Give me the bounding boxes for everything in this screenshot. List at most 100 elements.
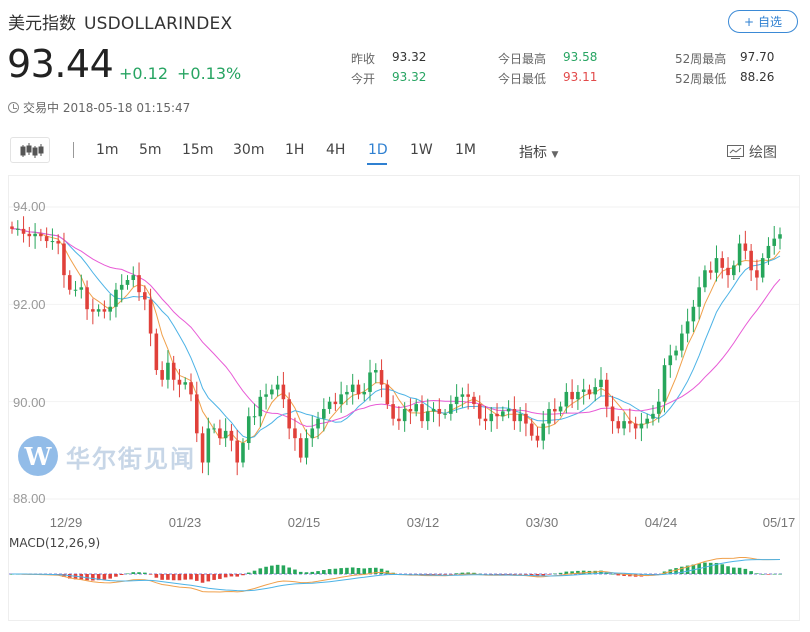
macd-bar bbox=[293, 569, 297, 574]
candle-body bbox=[449, 404, 453, 414]
macd-label: MACD(12,26,9) bbox=[9, 536, 101, 550]
macd-bar bbox=[298, 571, 303, 574]
macd-bar bbox=[454, 573, 459, 574]
x-tick-label: 01/23 bbox=[169, 515, 202, 530]
candle-body bbox=[668, 355, 673, 366]
candle-body bbox=[235, 440, 239, 463]
macd-bar bbox=[304, 572, 309, 574]
candle-body bbox=[137, 275, 141, 293]
candle-body bbox=[345, 391, 349, 395]
candle-body bbox=[743, 243, 748, 251]
candle-body bbox=[108, 306, 112, 312]
candle-body bbox=[379, 370, 384, 385]
macd-bar bbox=[732, 567, 736, 574]
candle-body bbox=[258, 396, 263, 417]
candlestick-chart: 94.00 92.00 90.00 88.00 12/29 01/23 02/1… bbox=[9, 199, 799, 593]
candle-body bbox=[50, 241, 55, 243]
candle-body bbox=[466, 394, 470, 397]
watermark-text: 华尔街见闻 bbox=[66, 444, 196, 473]
macd-bar bbox=[287, 567, 291, 574]
candle-body bbox=[212, 428, 216, 430]
x-tick-label: 05/17 bbox=[763, 515, 796, 530]
candle-body bbox=[373, 370, 378, 373]
macd-bar bbox=[564, 571, 569, 574]
candle-body bbox=[443, 413, 447, 415]
macd-bar bbox=[108, 574, 112, 579]
macd-bar bbox=[91, 574, 95, 581]
y-tick-label: 88.00 bbox=[13, 491, 46, 506]
candle-body bbox=[27, 233, 32, 237]
macd-bar bbox=[310, 571, 315, 574]
macd-bar bbox=[558, 572, 563, 574]
macd-bar bbox=[755, 573, 759, 574]
macd-bar bbox=[322, 570, 326, 574]
candle-body bbox=[651, 413, 655, 419]
candle-body bbox=[581, 389, 586, 392]
macd-bar bbox=[512, 574, 517, 575]
macd-bar bbox=[275, 564, 280, 574]
candle-body bbox=[96, 309, 101, 312]
candle-body bbox=[610, 406, 615, 422]
watermark: W 华尔街见闻 bbox=[18, 436, 196, 476]
candle-body bbox=[252, 416, 257, 418]
candle-body bbox=[298, 438, 303, 458]
candle-body bbox=[114, 289, 118, 307]
candle-body bbox=[697, 287, 701, 307]
macd-bar bbox=[218, 574, 222, 579]
candle-body bbox=[327, 401, 332, 409]
macd-bar bbox=[333, 568, 338, 574]
macd-bar bbox=[443, 574, 447, 575]
macd-bar bbox=[737, 567, 742, 574]
macd-bar bbox=[229, 574, 234, 577]
candle-body bbox=[85, 287, 89, 310]
candle-body bbox=[633, 423, 638, 429]
candle-body bbox=[680, 333, 684, 351]
macd-bar bbox=[194, 574, 199, 581]
candle-body bbox=[15, 228, 20, 230]
candle-body bbox=[518, 413, 522, 422]
candle-body bbox=[437, 408, 442, 414]
candle-body bbox=[397, 418, 401, 422]
candle-body bbox=[62, 243, 66, 276]
macd-bar bbox=[743, 568, 748, 574]
macd-bar bbox=[449, 574, 453, 575]
candle-body bbox=[477, 404, 482, 419]
x-tick-label: 02/15 bbox=[288, 515, 321, 530]
candle-body bbox=[501, 411, 505, 417]
macd-bar bbox=[148, 574, 153, 575]
macd-bar bbox=[437, 574, 442, 575]
candle-body bbox=[166, 362, 170, 380]
macd-bar bbox=[160, 574, 164, 580]
macd-bar bbox=[177, 574, 182, 581]
macd-bar bbox=[460, 572, 465, 574]
candle-body bbox=[495, 413, 499, 417]
candle-body bbox=[339, 394, 343, 405]
candle-body bbox=[39, 233, 43, 237]
macd-bar bbox=[749, 571, 753, 574]
candle-body bbox=[177, 379, 182, 385]
candle-body bbox=[293, 428, 297, 439]
candle-body bbox=[454, 396, 459, 405]
macd-bar bbox=[206, 574, 211, 582]
macd-bar bbox=[183, 574, 188, 580]
macd-bar bbox=[125, 573, 130, 575]
candle-body bbox=[21, 228, 26, 234]
candle-body bbox=[200, 433, 205, 463]
candle-body bbox=[67, 275, 72, 290]
candle-body bbox=[460, 394, 465, 397]
y-tick-label: 94.00 bbox=[13, 199, 46, 214]
candle-body bbox=[333, 401, 338, 405]
candle-body bbox=[119, 284, 124, 290]
candle-body bbox=[703, 270, 707, 288]
candle-body bbox=[553, 408, 557, 412]
candle-body bbox=[218, 428, 222, 439]
candle-body bbox=[154, 333, 159, 371]
x-tick-label: 12/29 bbox=[50, 515, 83, 530]
candle-body bbox=[529, 423, 534, 436]
candle-body bbox=[281, 384, 286, 400]
candle-body bbox=[772, 238, 777, 246]
candle-body bbox=[737, 243, 742, 266]
macd-bar bbox=[252, 570, 257, 574]
candle-body bbox=[685, 321, 690, 334]
macd-bar bbox=[339, 568, 343, 574]
